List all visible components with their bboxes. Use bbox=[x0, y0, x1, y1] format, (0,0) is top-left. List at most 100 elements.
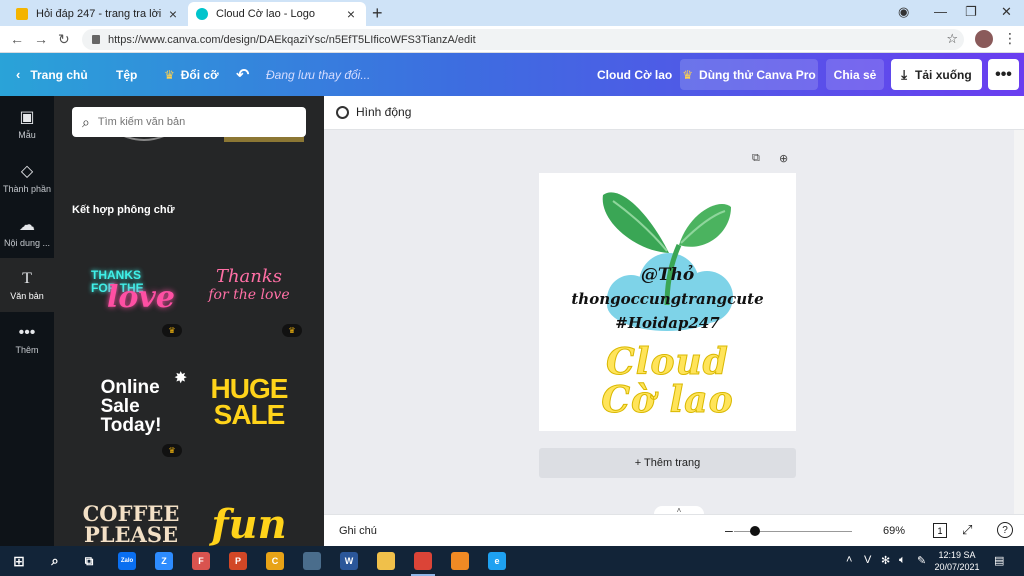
volume-icon[interactable]: 🔈︎ bbox=[899, 554, 906, 567]
taskbar-ie-icon[interactable]: e bbox=[488, 552, 506, 570]
pen-icon[interactable]: ✎ bbox=[917, 554, 926, 567]
upload-icon: ☁ bbox=[19, 216, 35, 234]
taskbar-app6-icon[interactable] bbox=[303, 552, 321, 570]
download-label: Tải xuống bbox=[915, 67, 972, 82]
zoom-minus-icon[interactable]: – bbox=[725, 522, 733, 538]
canva-favicon-icon bbox=[196, 8, 208, 20]
zoom-slider-thumb[interactable] bbox=[750, 526, 760, 536]
editor-toolbar: Hình động bbox=[324, 96, 1024, 130]
rail-label: Văn bản bbox=[10, 290, 44, 301]
rail-item-elements[interactable]: ◇ Thành phần bbox=[0, 150, 54, 204]
task-view-icon[interactable]: ⧉ bbox=[80, 552, 98, 570]
taskbar-zoom-icon[interactable]: Z bbox=[155, 552, 173, 570]
close-tab-icon[interactable]: × bbox=[344, 6, 358, 22]
notifications-icon[interactable]: ▤ bbox=[994, 554, 1004, 567]
rail-item-text[interactable]: T Văn bản bbox=[0, 258, 54, 312]
taskbar-app10-icon[interactable] bbox=[451, 552, 469, 570]
taskbar-chrome-canary-icon[interactable]: C bbox=[266, 552, 284, 570]
back-icon[interactable]: ← bbox=[10, 31, 24, 47]
sparkle-icon: ✸ bbox=[174, 370, 188, 387]
pro-crown-icon: ♛ bbox=[162, 324, 182, 337]
help-icon[interactable]: ? bbox=[997, 522, 1013, 538]
search-input[interactable] bbox=[97, 116, 278, 128]
close-window-button[interactable]: ✕ bbox=[1001, 4, 1012, 20]
document-title[interactable]: Cloud Cờ lao bbox=[597, 53, 672, 96]
tile-text: love bbox=[107, 279, 175, 315]
tile-text: Online bbox=[100, 376, 160, 398]
undo-icon[interactable]: ↶ bbox=[236, 53, 249, 96]
search-icon[interactable]: ⌕ bbox=[46, 552, 64, 570]
add-page-button[interactable]: + Thêm trang bbox=[539, 448, 796, 478]
profile-dropdown-icon[interactable]: ◉ bbox=[898, 4, 909, 20]
rail-label: Thành phần bbox=[2, 183, 52, 194]
taskbar-powerpoint-icon[interactable]: P bbox=[229, 552, 247, 570]
duplicate-page-icon[interactable]: ⧉ bbox=[752, 152, 760, 165]
profile-avatar[interactable] bbox=[975, 30, 993, 48]
font-combo-coffee[interactable]: COFFEE PLEASE bbox=[72, 474, 190, 546]
design-title-line2: Cờ lao bbox=[601, 379, 734, 421]
more-options-button[interactable]: ••• bbox=[988, 59, 1019, 90]
browser-tab-bar: Hỏi đáp 247 - trang tra lời × Cloud Cờ l… bbox=[0, 0, 1024, 26]
tray-chevron-icon[interactable]: ˄ bbox=[846, 554, 852, 566]
rail-item-templates[interactable]: ▣ Mẫu bbox=[0, 96, 54, 150]
font-combo-online-sale[interactable]: Online Sale Today! ✸ bbox=[72, 356, 190, 456]
crown-icon: ♛ bbox=[682, 67, 694, 82]
address-bar: ← → ↻ https://www.canva.com/design/DAEkq… bbox=[0, 26, 1024, 53]
font-combo-thanks-script[interactable]: Thanks for the love bbox=[190, 236, 308, 336]
download-button[interactable]: ⤓ Tải xuống bbox=[891, 59, 982, 90]
resize-button[interactable]: ♛ Đổi cỡ bbox=[164, 53, 219, 96]
windows-taskbar: ⊞ ⌕ ⧉ Zalo Z F P C We ˄ V ✻ 🔈︎ ✎ 12:19 SA 20/… bbox=[0, 546, 1024, 576]
taskbar-zalo-icon[interactable]: Zalo bbox=[118, 552, 136, 570]
home-button[interactable]: ‹ Trang chủ bbox=[16, 53, 88, 96]
pro-crown-icon: ♛ bbox=[282, 324, 302, 337]
design-page[interactable]: @Thỏ thongoccungtrangcute #Hoidap247 Clo… bbox=[539, 173, 796, 431]
network-icon[interactable]: ✻ bbox=[881, 554, 890, 567]
resize-label: Đổi cỡ bbox=[180, 67, 219, 82]
browser-tab-canva[interactable]: Cloud Cờ lao - Logo × bbox=[188, 2, 366, 26]
maximize-button[interactable]: ❐ bbox=[965, 4, 977, 20]
rail-item-more[interactable]: ••• Thêm bbox=[0, 312, 54, 366]
rail-label: Thêm bbox=[15, 344, 39, 355]
font-combo-thanks-neon[interactable]: THANKS FOR THE love bbox=[72, 236, 190, 336]
new-tab-button[interactable]: + bbox=[372, 3, 383, 24]
rail-label: Mẫu bbox=[18, 129, 36, 140]
minimize-button[interactable]: — bbox=[934, 4, 947, 19]
animate-button[interactable]: Hình động bbox=[336, 105, 411, 119]
lock-icon bbox=[92, 35, 100, 44]
text-search-box[interactable]: ⌕ bbox=[72, 107, 306, 137]
close-tab-icon[interactable]: × bbox=[166, 6, 180, 22]
reload-icon[interactable]: ↻ bbox=[58, 31, 70, 48]
browser-tab-hoidap[interactable]: Hỏi đáp 247 - trang tra lời × bbox=[8, 2, 188, 26]
bookmark-star-icon[interactable]: ☆ bbox=[946, 31, 958, 47]
share-button[interactable]: Chia sẻ bbox=[826, 59, 884, 90]
ime-indicator[interactable]: V bbox=[864, 554, 871, 566]
try-pro-button[interactable]: ♛ Dùng thử Canva Pro bbox=[680, 59, 818, 90]
taskbar-explorer-icon[interactable] bbox=[377, 552, 395, 570]
zoom-percentage[interactable]: 69% bbox=[883, 525, 905, 537]
url-field[interactable]: https://www.canva.com/design/DAEkqaziYsc… bbox=[82, 29, 964, 50]
animate-label: Hình động bbox=[356, 105, 412, 119]
forward-icon[interactable]: → bbox=[34, 31, 48, 47]
add-page-icon[interactable]: ⊕ bbox=[779, 152, 788, 165]
taskbar-chrome-icon[interactable] bbox=[411, 552, 435, 576]
file-menu-button[interactable]: Tệp bbox=[116, 53, 137, 96]
url-text: https://www.canva.com/design/DAEkqaziYsc… bbox=[108, 33, 476, 46]
fullscreen-icon[interactable]: ⤢ bbox=[962, 522, 972, 538]
taskbar-clock[interactable]: 12:19 SA 20/07/2021 bbox=[930, 549, 984, 573]
taskbar-word-icon[interactable]: W bbox=[340, 552, 358, 570]
taskbar-file-tool-icon[interactable]: F bbox=[192, 552, 210, 570]
vertical-scrollbar[interactable] bbox=[1014, 130, 1024, 514]
page-count[interactable]: 1 bbox=[933, 523, 947, 538]
design-title-line1: Cloud bbox=[606, 341, 729, 383]
tile-text: Today! bbox=[100, 414, 162, 436]
font-combo-huge-sale[interactable]: HUGE SALE bbox=[190, 352, 308, 452]
chrome-menu-icon[interactable]: ⋮ bbox=[1003, 30, 1017, 47]
rail-label: Nội dung ... bbox=[3, 237, 51, 248]
rail-item-uploads[interactable]: ☁ Nội dung ... bbox=[0, 204, 54, 258]
canva-header: ‹ Trang chủ Tệp ♛ Đổi cỡ ↶ Đang lưu thay… bbox=[0, 53, 1024, 96]
windows-start-icon[interactable]: ⊞ bbox=[10, 552, 28, 570]
notes-button[interactable]: Ghi chú bbox=[339, 525, 377, 537]
font-combo-fun[interactable]: fun bbox=[190, 474, 308, 547]
tile-text: Sale bbox=[100, 395, 140, 417]
pro-crown-icon: ♛ bbox=[162, 444, 182, 457]
